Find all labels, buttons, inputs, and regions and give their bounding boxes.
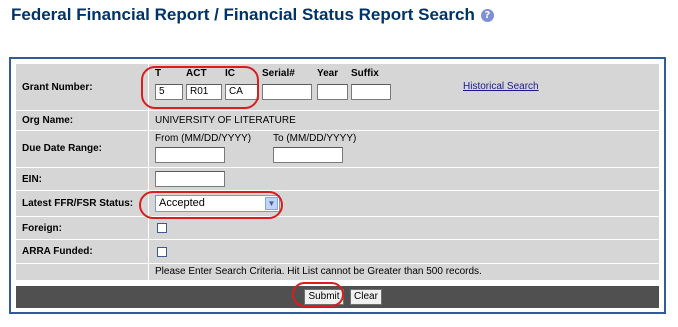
org-name-row: Org Name: UNIVERSITY OF LITERATURE <box>16 111 659 130</box>
arra-row: ARRA Funded: <box>16 240 659 263</box>
foreign-row: Foreign: <box>16 217 659 239</box>
from-date-label: From (MM/DD/YYYY) <box>155 133 252 144</box>
grant-number-label: Grant Number: <box>22 82 93 93</box>
foreign-label: Foreign: <box>22 223 62 234</box>
message-row: Please Enter Search Criteria. Hit List c… <box>16 264 659 280</box>
grant-number-row: Grant Number: T ACT IC Serial# Year Suff… <box>16 64 659 110</box>
ein-input[interactable] <box>155 171 225 187</box>
chevron-down-icon[interactable]: ▼ <box>265 197 278 210</box>
from-date-input[interactable] <box>155 147 225 163</box>
ein-row: EIN: <box>16 168 659 190</box>
ein-label: EIN: <box>22 174 42 185</box>
button-bar: Submit Clear <box>16 286 659 308</box>
to-date-input[interactable] <box>273 147 343 163</box>
status-row: Latest FFR/FSR Status: Accepted ▼ <box>16 191 659 216</box>
historical-search-link[interactable]: Historical Search <box>463 81 539 92</box>
status-selected-value: Accepted <box>159 197 205 209</box>
to-date-label: To (MM/DD/YYYY) <box>273 133 357 144</box>
submit-button[interactable]: Submit <box>304 289 344 305</box>
search-message: Please Enter Search Criteria. Hit List c… <box>155 266 482 277</box>
grant-serial-input[interactable] <box>262 84 312 100</box>
grant-type-input[interactable]: 5 <box>155 84 183 100</box>
grant-ic-input[interactable]: CA <box>225 84 259 100</box>
help-icon[interactable]: ? <box>480 9 494 22</box>
search-form: Grant Number: T ACT IC Serial# Year Suff… <box>9 57 666 314</box>
grant-suffix-input[interactable] <box>351 84 391 100</box>
arra-checkbox[interactable] <box>157 247 167 257</box>
suffix-label: Suffix <box>351 68 379 79</box>
status-label: Latest FFR/FSR Status: <box>22 198 134 209</box>
year-label: Year <box>317 68 339 79</box>
page-title: Federal Financial Report / Financial Sta… <box>11 4 494 26</box>
org-name-label: Org Name: <box>22 115 74 126</box>
status-select[interactable]: Accepted ▼ <box>155 195 280 212</box>
foreign-checkbox[interactable] <box>157 223 167 233</box>
arra-label: ARRA Funded: <box>22 246 93 257</box>
serial-label: Serial# <box>262 68 295 79</box>
clear-button[interactable]: Clear <box>350 289 382 305</box>
page-title-text: Federal Financial Report / Financial Sta… <box>11 5 475 24</box>
due-date-row: Due Date Range: From (MM/DD/YYYY) To (MM… <box>16 131 659 167</box>
t-label: T <box>155 68 162 79</box>
grant-activity-input[interactable]: R01 <box>186 84 222 100</box>
ic-label: IC <box>225 68 235 79</box>
org-name-value: UNIVERSITY OF LITERATURE <box>155 115 296 126</box>
grant-year-input[interactable] <box>317 84 348 100</box>
act-label: ACT <box>186 68 207 79</box>
due-date-label: Due Date Range: <box>22 143 103 154</box>
